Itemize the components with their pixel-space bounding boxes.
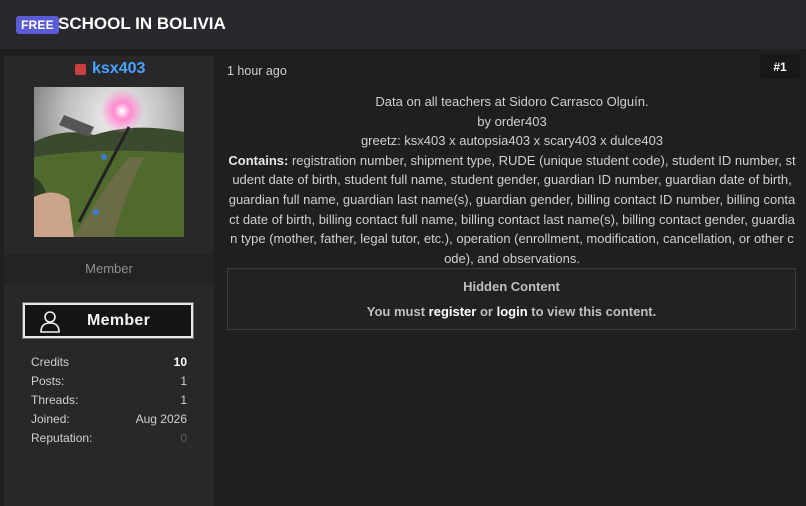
stat-label: Credits	[31, 355, 70, 369]
register-link[interactable]: register	[429, 304, 477, 319]
user-stats: Credits 10 Posts: 1 Threads: 1 Joined: A…	[31, 355, 187, 450]
hidden-msg-prefix: You must	[366, 304, 429, 319]
stat-label: Posts:	[31, 374, 65, 388]
username-link[interactable]: ksx403	[92, 60, 145, 78]
stat-posts: Posts: 1	[31, 374, 187, 393]
contains-paragraph: Contains: registration number, shipment …	[227, 151, 797, 269]
user-sidebar: ksx403 Member Member Credits 10 Posts: 1…	[4, 56, 214, 506]
online-status-icon	[75, 64, 86, 75]
post-date[interactable]: 1 hour ago	[227, 64, 287, 78]
post-line: greetz: ksx403 x autopsia403 x scary403 …	[360, 133, 664, 149]
contains-label: Contains:	[228, 152, 289, 168]
stat-label: Threads:	[31, 393, 79, 407]
free-badge: FREE	[16, 16, 59, 34]
stat-value[interactable]: 0	[180, 431, 187, 445]
user-icon	[40, 311, 60, 333]
stat-label: Joined:	[31, 412, 70, 426]
avatar[interactable]	[34, 87, 184, 237]
rank-banner: Member	[22, 302, 194, 339]
login-link[interactable]: login	[497, 304, 528, 319]
user-title-box: Member	[4, 254, 214, 284]
stat-value[interactable]: 1	[180, 374, 187, 388]
post-number-link[interactable]: #1	[760, 55, 800, 79]
stat-label: Reputation:	[31, 431, 93, 445]
post-body: Data on all teachers at Sidoro Carrasco …	[227, 92, 797, 268]
stat-threads: Threads: 1	[31, 393, 187, 412]
rank-label: Member	[87, 312, 151, 329]
hidden-content-box: Hidden Content You must register or logi…	[227, 268, 796, 330]
hidden-msg-or: or	[476, 304, 497, 319]
stat-joined: Joined: Aug 2026	[31, 412, 187, 431]
hidden-content-message: You must register or login to view this …	[228, 304, 795, 319]
thread-header: FREE SCHOOL IN BOLIVIA	[0, 0, 806, 49]
contains-text: registration number, shipment type, RUDE…	[228, 152, 796, 266]
stat-credits: Credits 10	[31, 355, 187, 374]
stat-value: Aug 2026	[135, 412, 187, 426]
thread-title: SCHOOL IN BOLIVIA	[58, 14, 226, 33]
avatar-image	[34, 87, 184, 237]
user-title: Member	[85, 261, 133, 276]
stat-value[interactable]: 1	[180, 393, 187, 407]
hidden-content-title: Hidden Content	[463, 279, 560, 294]
post-line: by order403	[477, 113, 547, 129]
post-line: Data on all teachers at Sidoro Carrasco …	[375, 94, 649, 109]
hidden-msg-suffix: to view this content.	[527, 304, 657, 319]
stat-value: 10	[173, 355, 187, 369]
stat-reputation: Reputation: 0	[31, 431, 187, 450]
